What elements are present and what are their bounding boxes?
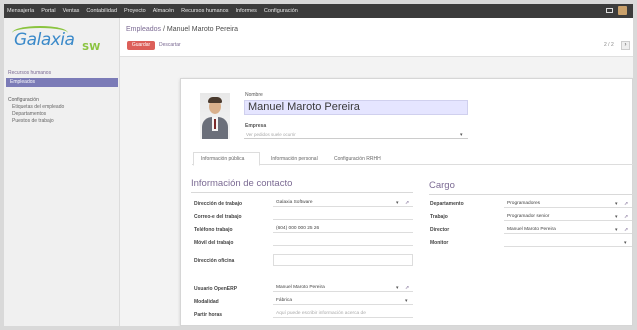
top-menu-bar: Mensajería Portal Ventas Contabilidad Pr… [4,4,633,18]
employee-name-input[interactable]: Manuel Maroto Pereira [244,100,468,115]
position-section-title: Cargo [429,180,455,191]
pager-next-button[interactable]: › [621,41,630,50]
work-address-field[interactable]: Galaxia Software [273,198,413,207]
sidebar-item-departamentos[interactable]: Departamentos [12,111,46,117]
tab-informacion-publica[interactable]: Información pública [201,156,244,162]
modality-label: Modalidad [194,299,219,305]
employee-photo[interactable] [200,93,230,139]
office-address-field[interactable] [273,254,413,266]
company-label: Empresa [245,123,267,129]
sidebar-config-title: Configuración [8,97,39,103]
coach-label: Monitor [430,240,449,246]
work-phone-label: Teléfono trabajo [194,227,233,233]
openerp-user-chevron-down-icon[interactable]: ▾ [396,285,399,291]
breadcrumb: Empleados / Manuel Maroto Pereira [126,26,238,33]
work-address-label: Dirección de trabajo [194,201,243,207]
contact-section-title: Información de contacto [191,178,293,189]
modality-chevron-down-icon[interactable]: ▾ [405,298,408,304]
office-address-label: Dirección oficina [194,258,235,264]
manager-chevron-down-icon[interactable]: ▾ [615,227,618,233]
openerp-user-external-link-icon[interactable]: ⇗ [405,285,409,291]
company-select[interactable]: Ver pedidos suele ocurrir [244,131,468,139]
save-button[interactable]: Guardar [127,41,155,50]
modality-select[interactable]: Fábrica [273,296,413,305]
menu-portal[interactable]: Portal [41,8,55,14]
tab-configuracion-rrhh[interactable]: Configuración RRHH [334,156,381,162]
job-external-link-icon[interactable]: ⇗ [624,214,628,220]
logo-word: Galaxia [14,30,75,50]
department-field[interactable]: Programadores [504,199,632,208]
sidebar-item-etiquetas[interactable]: Etiquetas del empleado [12,104,64,110]
menu-configuracion[interactable]: Configuración [264,8,298,14]
menu-contabilidad[interactable]: Contabilidad [86,8,117,14]
manager-external-link-icon[interactable]: ⇗ [624,227,628,233]
photo-hair [208,97,222,103]
app-window: Mensajería Portal Ventas Contabilidad Pr… [4,4,633,326]
work-address-chevron-down-icon[interactable]: ▾ [396,200,399,206]
logo-suffix: SW [82,42,101,53]
openerp-user-label: Usuario OpenERP [194,286,238,292]
left-sidebar: Galaxia SW Recursos humanos Empleados Co… [4,18,120,326]
work-mobile-field[interactable] [273,237,413,246]
work-email-label: Correo-e del trabajo [194,214,242,220]
name-label: Nombre [245,92,263,98]
company-chevron-down-icon[interactable]: ▾ [460,132,463,138]
openerp-user-field[interactable]: Manuel Maroto Pereira [273,283,413,292]
menu-ventas[interactable]: Ventas [63,8,80,14]
work-email-field[interactable] [273,211,413,220]
menu-informes[interactable]: Informes [236,8,257,14]
menu-recursos-humanos[interactable]: Recursos humanos [181,8,228,14]
coach-field[interactable] [504,238,632,247]
department-chevron-down-icon[interactable]: ▾ [615,201,618,207]
topbar-right [606,6,627,15]
discard-button[interactable]: Descartar [159,41,181,50]
department-external-link-icon[interactable]: ⇗ [624,201,628,207]
contact-divider [191,192,413,193]
sidebar-item-empleados[interactable]: Empleados [6,78,118,87]
menu-almacen[interactable]: Almacén [153,8,174,14]
pager-counter: 2 / 2 [604,42,614,48]
department-label: Departamento [430,201,464,207]
manager-label: Director [430,227,450,233]
menu-proyecto[interactable]: Proyecto [124,8,146,14]
sidebar-item-puestos[interactable]: Puestos de trabajo [12,118,54,124]
work-mobile-label: Móvil del trabajo [194,240,234,246]
job-chevron-down-icon[interactable]: ▾ [615,214,618,220]
user-avatar[interactable] [618,6,627,15]
sidebar-section-title: Recursos humanos [8,70,52,76]
work-address-external-link-icon[interactable]: ⇗ [405,200,409,206]
mail-icon[interactable] [606,8,613,13]
work-phone-field[interactable]: (604) 000 000 25 26 [273,224,413,233]
tab-informacion-personal[interactable]: Información personal [271,156,318,162]
menu-mensajeria[interactable]: Mensajería [7,8,34,14]
split-hours-label: Partir horas [194,312,223,318]
job-field[interactable]: Programador senior [504,212,632,221]
breadcrumb-parent[interactable]: Empleados [126,26,161,33]
job-label: Trabajo [430,214,448,220]
position-divider [429,194,633,195]
coach-chevron-down-icon[interactable]: ▾ [624,240,627,246]
manager-field[interactable]: Manuel Maroto Pereira [504,225,632,234]
company-logo: Galaxia SW [10,24,114,66]
split-hours-field[interactable]: Aquí puede escribir información acerca d… [273,309,413,318]
photo-tie [214,119,216,129]
breadcrumb-current: Manuel Maroto Pereira [166,26,239,33]
